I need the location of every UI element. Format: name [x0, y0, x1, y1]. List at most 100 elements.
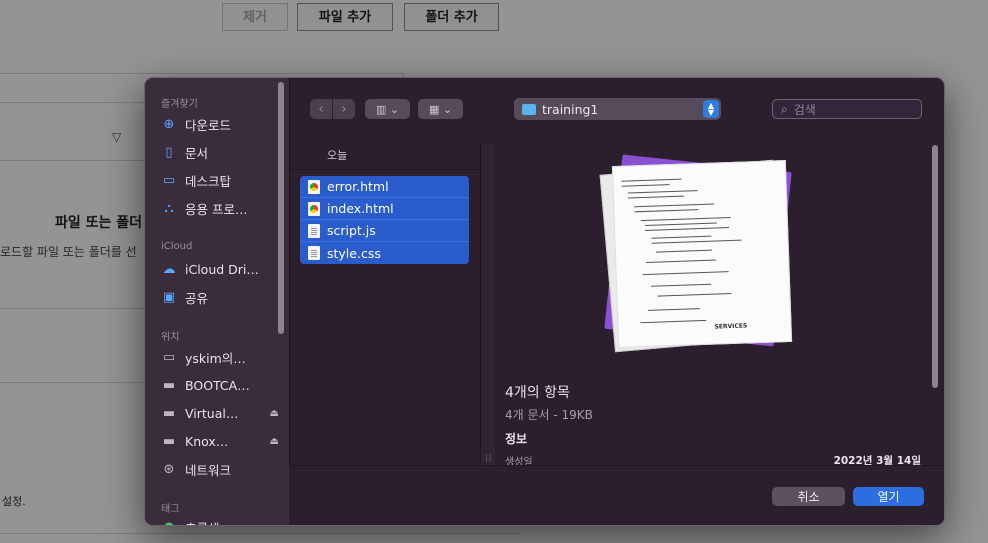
sidebar-item-knox[interactable]: ▬ Knox… ⏏	[161, 430, 279, 452]
open-file-dialog: 즐겨찾기 ⊕ 다운로드 ▯ 문서 ▭ 데스크탑 ⛬ 응용 프로… iCloud …	[144, 77, 945, 526]
disk-icon: ▬	[162, 405, 176, 421]
sidebar-item-label: iCloud Dri…	[185, 261, 259, 277]
chrome-html-icon	[308, 179, 320, 194]
sidebar-section-favorites: 즐겨찾기	[161, 99, 198, 110]
open-button[interactable]: 열기	[853, 487, 924, 506]
file-row[interactable]: error.html	[300, 176, 469, 198]
search-icon: ⌕	[781, 101, 788, 116]
sidebar-item-virtual[interactable]: ▬ Virtual… ⏏	[161, 402, 279, 424]
sidebar-item-network[interactable]: ⊛ 네트워크	[161, 458, 279, 480]
file-row[interactable]: style.css	[300, 242, 469, 264]
code-line	[640, 319, 707, 324]
sidebar-item-label: Knox…	[185, 433, 229, 449]
green-tag-icon: ●	[161, 519, 177, 526]
group-button[interactable]: ▦ ⌄	[418, 99, 463, 119]
document-icon: ▯	[165, 144, 173, 160]
download-icon: ⊕	[163, 116, 175, 132]
preview-title: 4개의 항목	[505, 385, 570, 401]
disk-icon: ▬	[162, 377, 176, 393]
code-line	[647, 308, 700, 311]
code-line	[655, 249, 712, 253]
file-name: script.js	[327, 223, 376, 238]
sidebar-item-downloads[interactable]: ⊕ 다운로드	[161, 113, 279, 135]
sidebar-item-icloud-drive[interactable]: ☁ iCloud Dri…	[161, 258, 279, 280]
sidebar-item-computer[interactable]: ▭ yskim의…	[161, 346, 279, 368]
code-line	[642, 271, 729, 276]
column-header: 오늘	[289, 143, 480, 170]
sidebar-item-label: 공유	[185, 290, 209, 306]
js-file-icon	[308, 223, 320, 238]
preview-subtitle: 4개 문서 - 19KB	[505, 408, 593, 422]
column-header-label: 오늘	[327, 149, 348, 162]
sidebar-item-label: 데스크탑	[185, 173, 232, 189]
thumbnail-text: SERVICES	[714, 322, 748, 331]
code-line	[645, 227, 730, 231]
eject-icon[interactable]: ⏏	[270, 436, 279, 447]
preview-pane: SERVICES 4개의 항목 4개 문서 - 19KB 정보 생성일 2022…	[495, 143, 931, 468]
folder-icon	[522, 103, 536, 115]
code-line	[644, 222, 717, 226]
grid-icon: ▦ ⌄	[428, 102, 453, 116]
sidebar: 즐겨찾기 ⊕ 다운로드 ▯ 문서 ▭ 데스크탑 ⛬ 응용 프로… iCloud …	[145, 78, 290, 525]
back-button[interactable]: ‹	[310, 99, 332, 119]
code-line	[627, 195, 684, 199]
resize-grip-icon: ||	[485, 453, 493, 462]
sidebar-section-icloud: iCloud	[161, 241, 193, 252]
search-placeholder: 검색	[793, 102, 816, 117]
sidebar-section-tags: 태그	[161, 504, 180, 515]
file-name: index.html	[327, 201, 394, 216]
sidebar-item-label: BOOTCA…	[185, 377, 250, 393]
sidebar-item-label: 다운로드	[185, 117, 232, 133]
sidebar-item-documents[interactable]: ▯ 문서	[161, 141, 279, 163]
desktop-icon: ▭	[162, 172, 176, 188]
code-line	[657, 292, 732, 297]
code-line	[651, 235, 712, 239]
file-name: style.css	[327, 245, 381, 261]
code-line	[634, 209, 699, 213]
laptop-icon: ▭	[162, 349, 176, 365]
code-line	[651, 283, 712, 287]
sidebar-item-label: 문서	[185, 145, 209, 161]
code-line	[646, 259, 717, 263]
code-line	[627, 190, 698, 194]
dialog-footer: 취소 열기	[289, 465, 944, 525]
shared-folder-icon: ▣	[162, 289, 176, 305]
column-resize-handle[interactable]: ||	[480, 143, 496, 465]
chrome-html-icon	[308, 201, 320, 216]
sidebar-item-label: Virtual…	[185, 405, 239, 421]
view-mode-button[interactable]: ▥ ⌄	[365, 99, 410, 119]
sidebar-item-desktop[interactable]: ▭ 데스크탑	[161, 169, 279, 191]
search-field[interactable]: ⌕ 검색	[772, 99, 922, 119]
code-line	[640, 216, 731, 222]
sidebar-item-applications[interactable]: ⛬ 응용 프로…	[161, 197, 279, 219]
forward-button[interactable]: ›	[333, 99, 355, 119]
eject-icon[interactable]: ⏏	[270, 408, 279, 419]
location-popup[interactable]: training1 ▲ ▼	[514, 98, 721, 120]
sidebar-item-label: 초록색	[185, 518, 220, 526]
code-line	[621, 178, 682, 182]
columns-view-icon: ▥ ⌄	[375, 102, 400, 116]
sidebar-item-bootcamp[interactable]: ▬ BOOTCA…	[161, 374, 279, 396]
file-row[interactable]: script.js	[300, 220, 469, 242]
file-list: error.html index.html script.js style.cs…	[300, 176, 469, 264]
sidebar-item-label: yskim의…	[185, 350, 246, 366]
updown-chevron-icon: ▲ ▼	[703, 100, 719, 118]
sidebar-item-tag-green[interactable]: ● 초록색	[161, 516, 279, 526]
network-icon: ⊛	[163, 461, 175, 477]
location-label: training1	[542, 101, 599, 117]
sidebar-item-label: 응용 프로…	[185, 201, 248, 217]
document-thumbnail: SERVICES	[611, 160, 793, 348]
code-line	[621, 184, 670, 187]
preview-scrollbar[interactable]	[932, 145, 938, 388]
sidebar-item-label: 네트워크	[185, 462, 232, 478]
file-name: error.html	[327, 179, 389, 194]
code-line	[634, 203, 715, 208]
code-line	[651, 239, 742, 244]
sidebar-item-shared[interactable]: ▣ 공유	[161, 286, 279, 308]
css-file-icon	[308, 246, 320, 260]
cancel-button[interactable]: 취소	[772, 487, 845, 506]
file-row[interactable]: index.html	[300, 198, 469, 220]
applications-icon: ⛬	[164, 200, 174, 216]
sidebar-section-locations: 위치	[161, 332, 180, 343]
disk-icon: ▬	[162, 433, 176, 449]
